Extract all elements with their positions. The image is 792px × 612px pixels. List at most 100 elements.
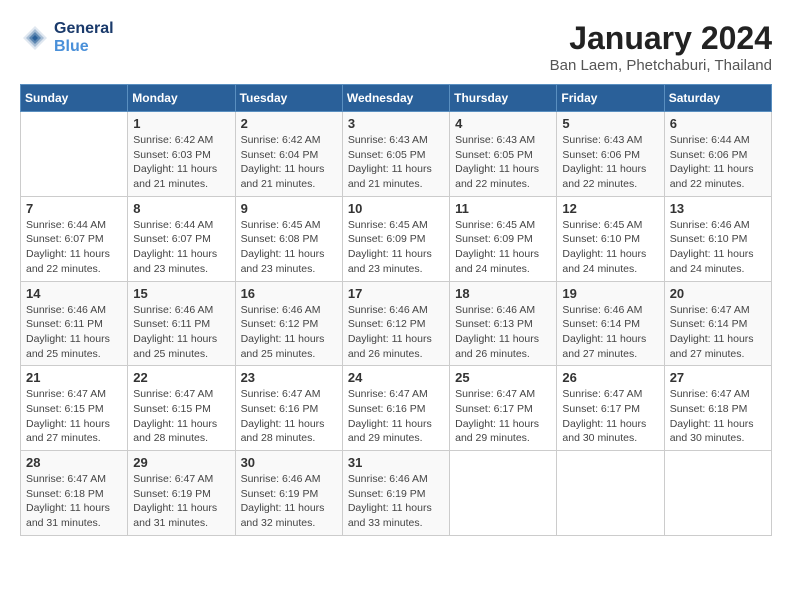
day-cell: 21 Sunrise: 6:47 AM Sunset: 6:15 PM Dayl… (21, 366, 128, 451)
day-cell: 19 Sunrise: 6:46 AM Sunset: 6:14 PM Dayl… (557, 281, 664, 366)
daylight-text: Daylight: 11 hours and 27 minutes. (26, 417, 122, 446)
day-info: Sunrise: 6:46 AM Sunset: 6:11 PM Dayligh… (133, 303, 229, 362)
day-number: 23 (241, 370, 337, 385)
sunrise-text: Sunrise: 6:47 AM (241, 387, 337, 402)
sunrise-text: Sunrise: 6:47 AM (133, 387, 229, 402)
weekday-header-thursday: Thursday (450, 85, 557, 112)
day-number: 1 (133, 116, 229, 131)
day-info: Sunrise: 6:43 AM Sunset: 6:06 PM Dayligh… (562, 133, 658, 192)
sunrise-text: Sunrise: 6:47 AM (26, 472, 122, 487)
day-info: Sunrise: 6:43 AM Sunset: 6:05 PM Dayligh… (348, 133, 444, 192)
daylight-text: Daylight: 11 hours and 32 minutes. (241, 501, 337, 530)
sunset-text: Sunset: 6:12 PM (348, 317, 444, 332)
logo: General Blue (20, 20, 114, 56)
day-number: 14 (26, 286, 122, 301)
day-number: 20 (670, 286, 766, 301)
sunset-text: Sunset: 6:14 PM (562, 317, 658, 332)
day-cell: 23 Sunrise: 6:47 AM Sunset: 6:16 PM Dayl… (235, 366, 342, 451)
daylight-text: Daylight: 11 hours and 22 minutes. (26, 247, 122, 276)
day-cell: 29 Sunrise: 6:47 AM Sunset: 6:19 PM Dayl… (128, 451, 235, 536)
sunrise-text: Sunrise: 6:42 AM (241, 133, 337, 148)
day-info: Sunrise: 6:47 AM Sunset: 6:15 PM Dayligh… (26, 387, 122, 446)
day-info: Sunrise: 6:45 AM Sunset: 6:08 PM Dayligh… (241, 218, 337, 277)
sunset-text: Sunset: 6:19 PM (348, 487, 444, 502)
day-cell: 24 Sunrise: 6:47 AM Sunset: 6:16 PM Dayl… (342, 366, 449, 451)
day-number: 16 (241, 286, 337, 301)
sunrise-text: Sunrise: 6:47 AM (562, 387, 658, 402)
sunrise-text: Sunrise: 6:43 AM (562, 133, 658, 148)
sunset-text: Sunset: 6:17 PM (562, 402, 658, 417)
sunrise-text: Sunrise: 6:46 AM (348, 303, 444, 318)
sunset-text: Sunset: 6:09 PM (455, 232, 551, 247)
daylight-text: Daylight: 11 hours and 33 minutes. (348, 501, 444, 530)
day-cell: 4 Sunrise: 6:43 AM Sunset: 6:05 PM Dayli… (450, 112, 557, 197)
day-info: Sunrise: 6:46 AM Sunset: 6:19 PM Dayligh… (241, 472, 337, 531)
sunset-text: Sunset: 6:07 PM (133, 232, 229, 247)
daylight-text: Daylight: 11 hours and 30 minutes. (562, 417, 658, 446)
calendar-table: SundayMondayTuesdayWednesdayThursdayFrid… (20, 84, 772, 536)
day-cell (557, 451, 664, 536)
day-number: 8 (133, 201, 229, 216)
daylight-text: Daylight: 11 hours and 28 minutes. (241, 417, 337, 446)
daylight-text: Daylight: 11 hours and 25 minutes. (26, 332, 122, 361)
sunset-text: Sunset: 6:18 PM (26, 487, 122, 502)
day-cell: 31 Sunrise: 6:46 AM Sunset: 6:19 PM Dayl… (342, 451, 449, 536)
day-cell: 28 Sunrise: 6:47 AM Sunset: 6:18 PM Dayl… (21, 451, 128, 536)
day-info: Sunrise: 6:47 AM Sunset: 6:15 PM Dayligh… (133, 387, 229, 446)
sunset-text: Sunset: 6:14 PM (670, 317, 766, 332)
day-cell: 20 Sunrise: 6:47 AM Sunset: 6:14 PM Dayl… (664, 281, 771, 366)
sunrise-text: Sunrise: 6:47 AM (26, 387, 122, 402)
day-number: 12 (562, 201, 658, 216)
sunrise-text: Sunrise: 6:47 AM (455, 387, 551, 402)
sunset-text: Sunset: 6:11 PM (133, 317, 229, 332)
sunrise-text: Sunrise: 6:44 AM (133, 218, 229, 233)
week-row-1: 1 Sunrise: 6:42 AM Sunset: 6:03 PM Dayli… (21, 112, 772, 197)
day-info: Sunrise: 6:46 AM Sunset: 6:13 PM Dayligh… (455, 303, 551, 362)
sunset-text: Sunset: 6:06 PM (562, 148, 658, 163)
daylight-text: Daylight: 11 hours and 29 minutes. (455, 417, 551, 446)
sunset-text: Sunset: 6:03 PM (133, 148, 229, 163)
sunrise-text: Sunrise: 6:45 AM (241, 218, 337, 233)
sunset-text: Sunset: 6:08 PM (241, 232, 337, 247)
sunset-text: Sunset: 6:10 PM (670, 232, 766, 247)
sunset-text: Sunset: 6:11 PM (26, 317, 122, 332)
day-number: 7 (26, 201, 122, 216)
day-info: Sunrise: 6:42 AM Sunset: 6:04 PM Dayligh… (241, 133, 337, 192)
day-info: Sunrise: 6:47 AM Sunset: 6:17 PM Dayligh… (562, 387, 658, 446)
day-cell: 7 Sunrise: 6:44 AM Sunset: 6:07 PM Dayli… (21, 196, 128, 281)
daylight-text: Daylight: 11 hours and 21 minutes. (133, 162, 229, 191)
daylight-text: Daylight: 11 hours and 28 minutes. (133, 417, 229, 446)
weekday-header-friday: Friday (557, 85, 664, 112)
day-cell: 8 Sunrise: 6:44 AM Sunset: 6:07 PM Dayli… (128, 196, 235, 281)
day-number: 21 (26, 370, 122, 385)
day-number: 31 (348, 455, 444, 470)
sunrise-text: Sunrise: 6:47 AM (670, 387, 766, 402)
logo-icon (20, 23, 50, 53)
day-cell (450, 451, 557, 536)
day-info: Sunrise: 6:43 AM Sunset: 6:05 PM Dayligh… (455, 133, 551, 192)
day-info: Sunrise: 6:44 AM Sunset: 6:07 PM Dayligh… (26, 218, 122, 277)
sunrise-text: Sunrise: 6:45 AM (562, 218, 658, 233)
sunset-text: Sunset: 6:05 PM (348, 148, 444, 163)
daylight-text: Daylight: 11 hours and 22 minutes. (562, 162, 658, 191)
day-info: Sunrise: 6:47 AM Sunset: 6:16 PM Dayligh… (348, 387, 444, 446)
daylight-text: Daylight: 11 hours and 30 minutes. (670, 417, 766, 446)
sunrise-text: Sunrise: 6:46 AM (241, 472, 337, 487)
daylight-text: Daylight: 11 hours and 25 minutes. (241, 332, 337, 361)
sunrise-text: Sunrise: 6:43 AM (348, 133, 444, 148)
day-cell: 26 Sunrise: 6:47 AM Sunset: 6:17 PM Dayl… (557, 366, 664, 451)
sunset-text: Sunset: 6:05 PM (455, 148, 551, 163)
sunset-text: Sunset: 6:06 PM (670, 148, 766, 163)
day-number: 18 (455, 286, 551, 301)
day-info: Sunrise: 6:46 AM Sunset: 6:12 PM Dayligh… (241, 303, 337, 362)
day-info: Sunrise: 6:46 AM Sunset: 6:14 PM Dayligh… (562, 303, 658, 362)
location: Ban Laem, Phetchaburi, Thailand (550, 57, 772, 74)
day-cell: 22 Sunrise: 6:47 AM Sunset: 6:15 PM Dayl… (128, 366, 235, 451)
sunset-text: Sunset: 6:16 PM (241, 402, 337, 417)
day-cell: 5 Sunrise: 6:43 AM Sunset: 6:06 PM Dayli… (557, 112, 664, 197)
sunrise-text: Sunrise: 6:44 AM (670, 133, 766, 148)
sunset-text: Sunset: 6:12 PM (241, 317, 337, 332)
day-cell: 12 Sunrise: 6:45 AM Sunset: 6:10 PM Dayl… (557, 196, 664, 281)
daylight-text: Daylight: 11 hours and 24 minutes. (455, 247, 551, 276)
sunset-text: Sunset: 6:04 PM (241, 148, 337, 163)
